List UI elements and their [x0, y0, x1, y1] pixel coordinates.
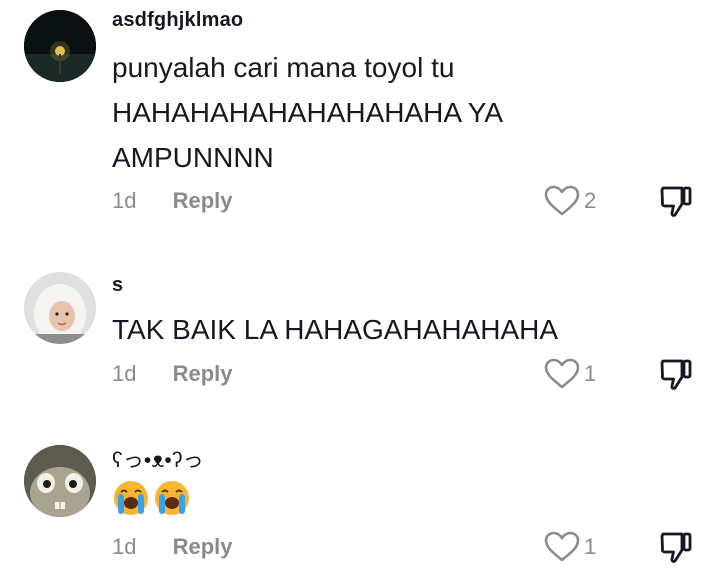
comment-username[interactable]: s — [112, 274, 123, 297]
avatar[interactable] — [24, 10, 96, 82]
rabbid-avatar-icon — [24, 445, 96, 517]
reply-button[interactable]: Reply — [173, 534, 233, 559]
like-count: 1 — [584, 361, 597, 386]
dislike-button[interactable] — [658, 357, 694, 398]
comment-item: asdfghjklmao punyalah cari mana toyol tu… — [0, 0, 720, 240]
comment-item: ʕっ•ᴥ•ʔっ 1d Reply 1 — [0, 433, 720, 586]
dislike-button[interactable] — [658, 184, 694, 225]
comment-meta: 1d Reply — [112, 361, 233, 387]
night-candle-avatar-icon — [24, 10, 96, 82]
like-count: 2 — [584, 188, 597, 213]
heart-icon — [544, 185, 580, 216]
loudly-crying-face-icon — [112, 479, 150, 522]
comment-username[interactable]: asdfghjklmao — [112, 9, 243, 32]
comment-text: punyalah cari mana toyol tu HAHAHAHAHAHA… — [112, 52, 502, 173]
reply-button[interactable]: Reply — [173, 361, 233, 386]
hijab-girl-avatar-icon — [24, 272, 96, 344]
dislike-icon — [660, 532, 692, 563]
like-button[interactable]: 2 — [544, 185, 596, 217]
like-button[interactable]: 1 — [544, 358, 596, 390]
comment-meta: 1d Reply — [112, 188, 233, 214]
dislike-button[interactable] — [658, 530, 694, 571]
heart-icon — [544, 531, 580, 562]
comment-time: 1d — [112, 361, 137, 386]
comment-time: 1d — [112, 188, 137, 213]
dislike-icon — [660, 186, 692, 217]
comment-username[interactable]: ʕっ•ᴥ•ʔっ — [112, 444, 204, 474]
loudly-crying-face-icon — [153, 479, 191, 522]
comment-text: TAK BAIK LA HAHAGAHAHAHAHA — [112, 314, 559, 345]
dislike-icon — [660, 359, 692, 390]
comment-emoji-row — [112, 479, 191, 522]
avatar[interactable] — [24, 272, 96, 344]
comment-meta: 1d Reply — [112, 534, 233, 560]
avatar[interactable] — [24, 445, 96, 517]
reply-button[interactable]: Reply — [173, 188, 233, 213]
comment-item: s TAK BAIK LA HAHAGAHAHAHAHA 1d Reply 1 — [0, 260, 720, 410]
comment-time: 1d — [112, 534, 137, 559]
like-button[interactable]: 1 — [544, 531, 596, 563]
like-count: 1 — [584, 534, 597, 559]
heart-icon — [544, 358, 580, 389]
